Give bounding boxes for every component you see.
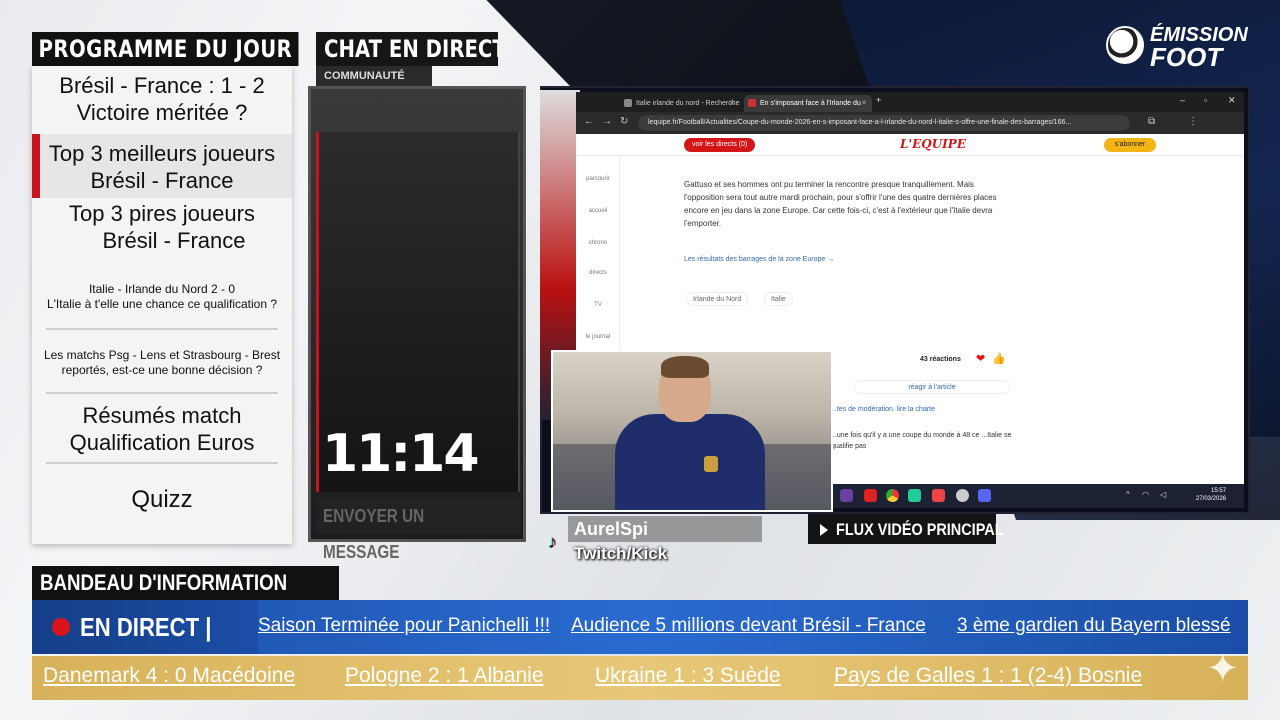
programme-title: PROGRAMME DU JOUR: [32, 32, 299, 66]
article-paragraph: Gattuso et ses hommes ont pu terminer la…: [684, 180, 997, 228]
clock: 11:14: [322, 424, 480, 484]
news-ticker: EN DIRECT | Saison Terminée pour Paniche…: [32, 600, 1248, 654]
main-feed-label: FLUX VIDÉO PRINCIPAL: [808, 514, 1004, 544]
score-item[interactable]: Danemark 4 : 0 Macédoine: [43, 664, 295, 688]
programme-item: Top 3 pires joueurs Brésil - France: [69, 201, 255, 253]
site-header: voir les directs (0) L'EQUIPE s'abonner: [576, 134, 1244, 156]
back-icon[interactable]: ←: [584, 116, 594, 127]
programme-item: Les matchs Psg - Lens et Strasbourg - Br…: [43, 348, 281, 377]
menu-icon[interactable]: ⋮: [1188, 116, 1198, 127]
programme-item-active: Top 3 meilleurs joueurs Brésil - France: [32, 134, 292, 198]
news-item[interactable]: Saison Terminée pour Panichelli !!!: [258, 615, 550, 637]
webcam-feed: [551, 350, 833, 512]
moderation-link[interactable]: ...tes de modération. lire la charte: [831, 406, 935, 413]
live-indicator: EN DIRECT |: [32, 600, 258, 654]
jersey-crest: [704, 456, 718, 472]
live-dot-icon: [52, 618, 70, 636]
url-input[interactable]: lequipe.fr/Football/Actualites/Coupe-du-…: [638, 115, 1130, 131]
thumbs-up-icon: 👍: [992, 353, 1006, 365]
sidebar-item-journal[interactable]: le journal: [576, 334, 620, 340]
subscribe-button[interactable]: s'abonner: [1104, 138, 1156, 152]
send-message-input[interactable]: ENVOYER UN MESSAGE: [316, 498, 520, 562]
google-icon: [624, 99, 632, 107]
streamer-hair: [661, 356, 709, 378]
programme-item: Résumés match Qualification Euros: [69, 403, 255, 455]
extensions-icon[interactable]: ⧉: [1148, 116, 1155, 127]
chevron-up-icon[interactable]: ^: [1126, 490, 1130, 499]
app-icon[interactable]: [908, 489, 921, 502]
twitch-icon[interactable]: [840, 489, 853, 502]
show-logo: ÉMISSION FOOT: [1150, 24, 1248, 72]
chat-title: CHAT EN DIRECT: [316, 32, 498, 66]
streamer-name: AurelSpi: [568, 516, 762, 542]
new-tab-icon[interactable]: +: [876, 95, 881, 105]
browser-tab-active[interactable]: En s'imposant face à l'Irlande du ✕: [744, 95, 872, 112]
bandeau-title: BANDEAU D'INFORMATION: [32, 566, 339, 600]
sidebar-item-accueil[interactable]: accueil: [576, 208, 620, 214]
soccer-ball-icon: [1106, 26, 1144, 64]
sidebar-item-parcourir[interactable]: parcourir: [576, 176, 620, 182]
lequipe-icon: [748, 99, 756, 107]
obs-icon[interactable]: [956, 489, 969, 502]
divider: [46, 462, 278, 464]
divider: [46, 328, 278, 330]
programme-panel: Brésil - France : 1 - 2 Victoire méritée …: [32, 66, 292, 544]
heart-icon: ❤: [976, 353, 986, 365]
chrome-icon[interactable]: [886, 489, 899, 502]
address-bar-row: ← → ↻ lequipe.fr/Football/Actualites/Cou…: [576, 112, 1244, 134]
app-icon[interactable]: [932, 489, 945, 502]
forward-icon[interactable]: →: [602, 116, 612, 127]
directs-button[interactable]: voir les directs (0): [684, 138, 756, 152]
programme-item: Italie - Irlande du Nord 2 - 0 L'Italie à…: [46, 282, 278, 311]
close-icon[interactable]: ✕: [729, 95, 735, 112]
app-icon[interactable]: [864, 489, 877, 502]
chat-subtitle: COMMUNAUTÉ: [316, 66, 432, 86]
score-item[interactable]: Ukraine 1 : 3 Suède: [595, 664, 781, 688]
streamer-platforms: Twitch/Kick: [574, 544, 668, 563]
browser-tab[interactable]: Italie irlande du nord - Recherche ✕: [620, 95, 740, 112]
tiktok-icon: ♪: [548, 532, 557, 552]
close-icon[interactable]: ✕: [861, 95, 867, 112]
tag-italie[interactable]: Italie: [764, 292, 793, 306]
volume-icon[interactable]: ◁: [1160, 490, 1166, 499]
scores-ticker: Danemark 4 : 0 Macédoine Pologne 2 : 1 A…: [32, 656, 1248, 700]
wifi-icon[interactable]: ◠: [1142, 490, 1149, 499]
maximize-icon[interactable]: ▫: [1204, 95, 1207, 105]
minimize-icon[interactable]: –: [1180, 95, 1185, 105]
score-item[interactable]: Pays de Galles 1 : 1 (2-4) Bosnie: [834, 664, 1142, 688]
live-label: EN DIRECT |: [80, 612, 212, 642]
sidebar-item-tv[interactable]: TV: [576, 302, 620, 308]
news-item[interactable]: Audience 5 millions devant Brésil - Fran…: [571, 615, 926, 637]
reactions-count: 43 réactions: [920, 356, 961, 363]
reload-icon[interactable]: ↻: [620, 116, 628, 127]
barrages-link[interactable]: Les résultats des barrages de la zone Eu…: [684, 256, 834, 263]
score-item[interactable]: Pologne 2 : 1 Albanie: [345, 664, 544, 688]
programme-item: Brésil - France : 1 - 2 Victoire méritée …: [59, 73, 265, 125]
divider: [46, 392, 278, 394]
sidebar-item-directs[interactable]: directs: [576, 270, 620, 276]
streamer-body: [615, 414, 765, 510]
browser-tab-bar: Italie irlande du nord - Recherche ✕ En s…: [576, 92, 1244, 112]
close-window-icon[interactable]: ✕: [1228, 95, 1236, 106]
react-button[interactable]: réagir à l'article: [854, 380, 1010, 394]
sidebar-item-chrono[interactable]: chrono: [576, 240, 620, 246]
tag-irlande[interactable]: Irlande du Nord: [686, 292, 749, 306]
sparkle-icon: ✦: [1206, 647, 1240, 691]
comment-text: ...une fois qu'il y a une coupe du monde…: [831, 432, 1012, 450]
programme-item: Quizz: [131, 486, 193, 513]
play-icon: [820, 523, 828, 536]
taskbar-clock[interactable]: 15:57 27/03/2026: [1196, 487, 1226, 503]
discord-icon[interactable]: [978, 489, 991, 502]
site-logo[interactable]: L'EQUIPE: [900, 137, 966, 151]
news-item[interactable]: 3 ème gardien du Bayern blessé: [957, 615, 1231, 637]
